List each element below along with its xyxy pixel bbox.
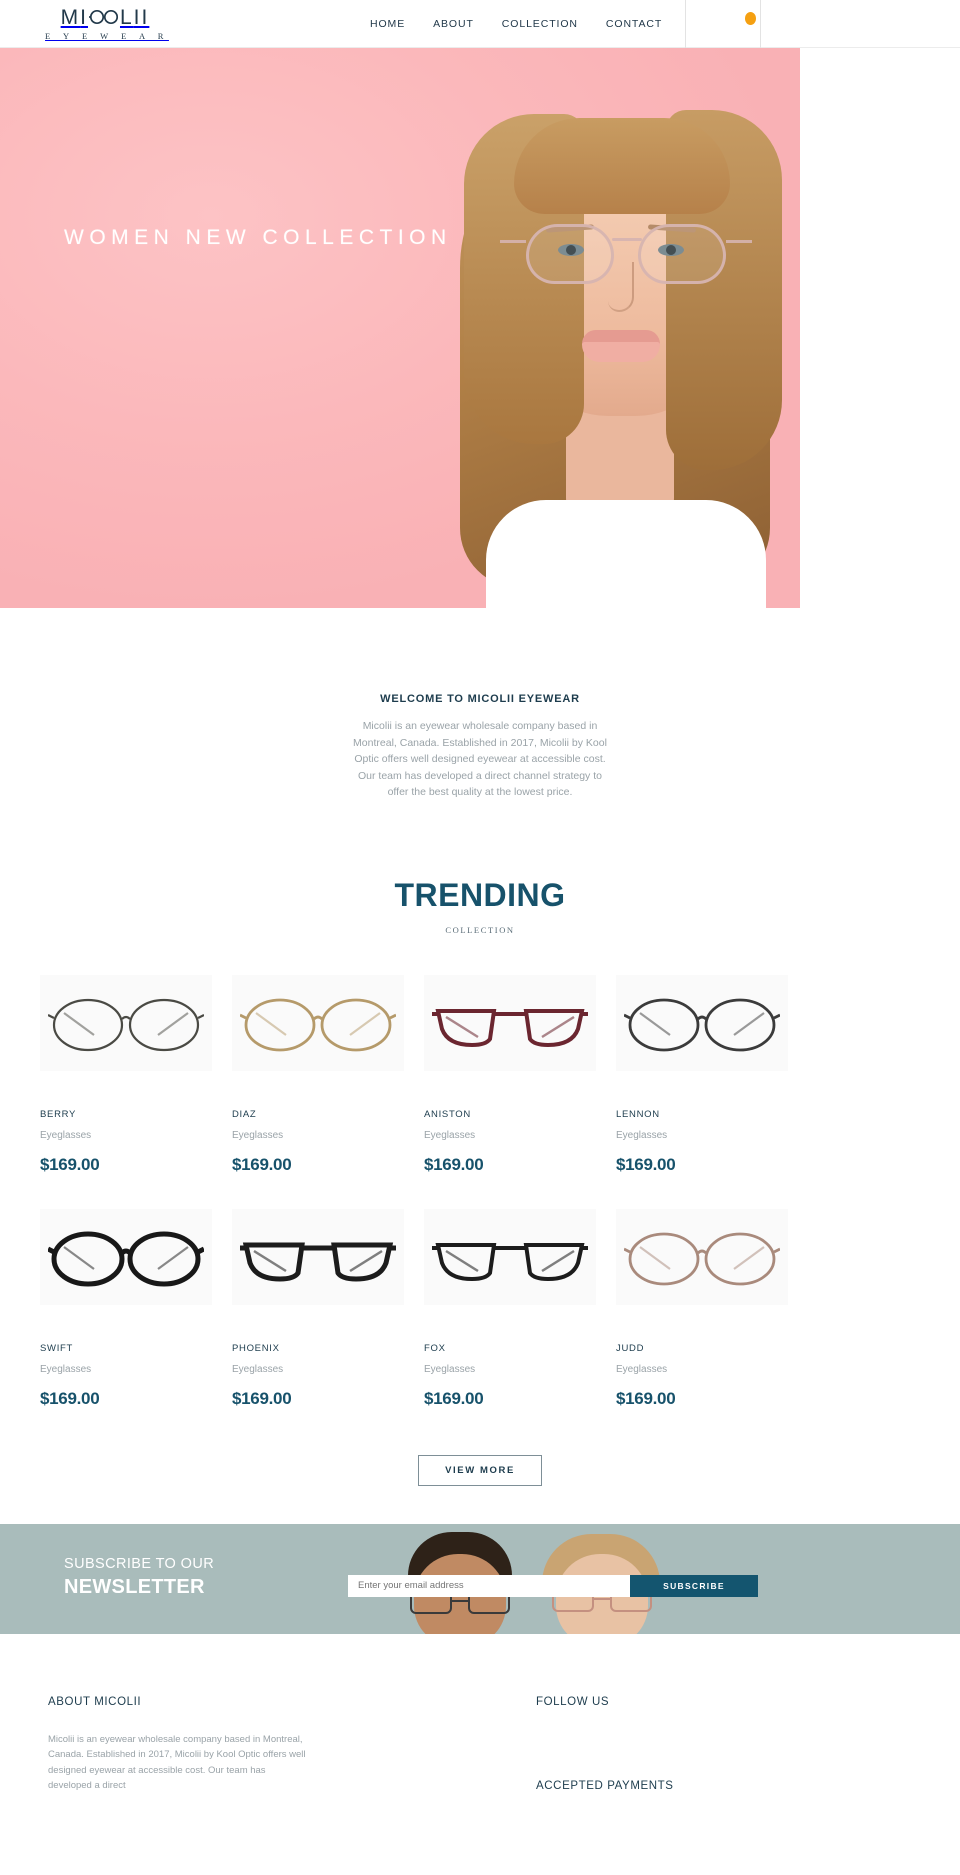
- product-name: DIAZ: [232, 1108, 257, 1120]
- nav-item-contact[interactable]: CONTACT: [606, 18, 662, 30]
- newsletter-subscribe-button[interactable]: SUBSCRIBE: [630, 1574, 758, 1597]
- product-category: Eyeglasses: [40, 1129, 92, 1141]
- product-image[interactable]: [232, 1208, 404, 1305]
- model-temple-left: [500, 240, 526, 243]
- product-price: $169.00: [40, 1154, 100, 1174]
- footer-follow-heading: FOLLOW US: [536, 1695, 610, 1708]
- hero-right-panel: [800, 48, 960, 608]
- site-footer: ABOUT MICOLII Micolii is an eyewear whol…: [0, 1634, 960, 1792]
- model-temple-right: [726, 240, 752, 243]
- product-category: Eyeglasses: [232, 1129, 284, 1141]
- product-price: $169.00: [616, 1154, 676, 1174]
- nav-item-collection[interactable]: COLLECTION: [502, 18, 578, 30]
- newsletter-line1: SUBSCRIBE TO OUR: [64, 1555, 215, 1572]
- hero-banner: WOMEN NEW COLLECTION: [0, 48, 960, 608]
- product-card[interactable]: LENNON Eyeglasses $169.00: [616, 974, 808, 1209]
- trending-title: TRENDING: [394, 876, 566, 913]
- product-image[interactable]: [232, 974, 404, 1071]
- newsletter-line2: NEWSLETTER: [64, 1575, 205, 1598]
- product-grid: BERRY Eyeglasses $169.00 DIAZ Eyeglasses $169…: [40, 974, 920, 1443]
- product-price: $169.00: [232, 1154, 292, 1174]
- newsletter-form: SUBSCRIBE: [348, 1574, 758, 1597]
- footer-social-column: FOLLOW US ACCEPTED PAYMENTS: [536, 1696, 836, 1792]
- logo-letter-i2: I: [133, 5, 142, 29]
- product-category: Eyeglasses: [424, 1129, 476, 1141]
- trending-subtitle: COLLECTION: [445, 924, 515, 935]
- product-name: JUDD: [616, 1342, 645, 1354]
- site-header: M I L I I E Y E W E A R HOME ABOUT COLLE…: [0, 0, 960, 48]
- logo-tagline: E Y E W E A R: [45, 30, 169, 41]
- product-card[interactable]: SWIFT Eyeglasses $169.00: [40, 1208, 232, 1443]
- product-name: FOX: [424, 1342, 446, 1354]
- product-card[interactable]: DIAZ Eyeglasses $169.00: [232, 974, 424, 1209]
- newsletter-section: SUBSCRIBE TO OUR NEWSLETTER SUBSCRIBE: [0, 1523, 960, 1634]
- logo-letter-m: M: [60, 5, 81, 29]
- nav-item-about[interactable]: ABOUT: [433, 18, 474, 30]
- logo-wordmark: M I L I I: [61, 7, 150, 28]
- header-divider-right: [760, 0, 761, 48]
- product-price: $169.00: [232, 1388, 292, 1408]
- cart-dot-icon[interactable]: [745, 12, 756, 25]
- hero-model-image: [430, 48, 850, 608]
- product-category: Eyeglasses: [40, 1363, 92, 1375]
- product-image[interactable]: [424, 1208, 596, 1305]
- footer-about-heading: ABOUT MICOLII: [48, 1695, 142, 1708]
- model-eyeglasses-icon: [500, 224, 752, 286]
- product-card[interactable]: BERRY Eyeglasses $169.00: [40, 974, 232, 1209]
- model-lens-bridge: [612, 238, 642, 241]
- site-logo[interactable]: M I L I I E Y E W E A R: [40, 7, 170, 41]
- product-name: PHOENIX: [232, 1342, 280, 1354]
- product-card[interactable]: FOX Eyeglasses $169.00: [424, 1208, 616, 1443]
- trending-header: TRENDING COLLECTION: [0, 877, 960, 935]
- header-divider-left: [685, 0, 686, 48]
- product-price: $169.00: [424, 1154, 484, 1174]
- product-price: $169.00: [40, 1388, 100, 1408]
- nav-item-home[interactable]: HOME: [370, 18, 405, 30]
- product-image[interactable]: [424, 974, 596, 1071]
- hero-title: WOMEN NEW COLLECTION: [64, 226, 452, 249]
- product-name: ANISTON: [424, 1108, 471, 1120]
- model-fringe: [514, 118, 730, 214]
- footer-payments-heading: ACCEPTED PAYMENTS: [536, 1779, 674, 1792]
- product-image[interactable]: [616, 1208, 788, 1305]
- newsletter-email-input[interactable]: [348, 1574, 630, 1597]
- product-image[interactable]: [616, 974, 788, 1071]
- trending-section: TRENDING COLLECTION BERRY Eyeglasses $169.…: [0, 877, 960, 1486]
- model-lens-left: [526, 224, 614, 284]
- product-image[interactable]: [40, 974, 212, 1071]
- model-shirt: [486, 500, 766, 608]
- welcome-heading: WELCOME TO MICOLII EYEWEAR: [380, 693, 580, 705]
- welcome-body: Micolii is an eyewear wholesale company …: [353, 720, 607, 798]
- newsletter-heading: SUBSCRIBE TO OUR NEWSLETTER: [64, 1556, 214, 1599]
- product-card[interactable]: PHOENIX Eyeglasses $169.00: [232, 1208, 424, 1443]
- model-lip-lower: [582, 342, 660, 362]
- product-category: Eyeglasses: [616, 1363, 668, 1375]
- welcome-section: WELCOME TO MICOLII EYEWEAR Micolii is an…: [0, 608, 960, 801]
- logo-letter-i3: I: [141, 5, 150, 29]
- product-category: Eyeglasses: [232, 1363, 284, 1375]
- view-more-wrap: VIEW MORE: [0, 1454, 960, 1486]
- product-card[interactable]: JUDD Eyeglasses $169.00: [616, 1208, 808, 1443]
- footer-about-body: Micolii is an eyewear wholesale company …: [48, 1733, 306, 1792]
- product-image[interactable]: [40, 1208, 212, 1305]
- male-lens-bridge: [452, 1599, 468, 1602]
- product-price: $169.00: [424, 1388, 484, 1408]
- product-category: Eyeglasses: [616, 1129, 668, 1141]
- product-price: $169.00: [616, 1388, 676, 1408]
- view-more-button[interactable]: VIEW MORE: [418, 1454, 542, 1486]
- product-card[interactable]: ANISTON Eyeglasses $169.00: [424, 974, 616, 1209]
- footer-about-column: ABOUT MICOLII Micolii is an eyewear whol…: [48, 1696, 308, 1794]
- logo-letter-i: I: [80, 5, 88, 29]
- female-lens-bridge: [594, 1597, 610, 1600]
- product-name: SWIFT: [40, 1342, 74, 1354]
- logo-letter-l: L: [119, 5, 134, 29]
- logo-glasses-icon: [88, 9, 119, 25]
- product-name: BERRY: [40, 1108, 77, 1120]
- main-navigation: HOME ABOUT COLLECTION CONTACT: [370, 0, 662, 48]
- product-name: LENNON: [616, 1108, 660, 1120]
- product-category: Eyeglasses: [424, 1363, 476, 1375]
- model-lens-right: [638, 224, 726, 284]
